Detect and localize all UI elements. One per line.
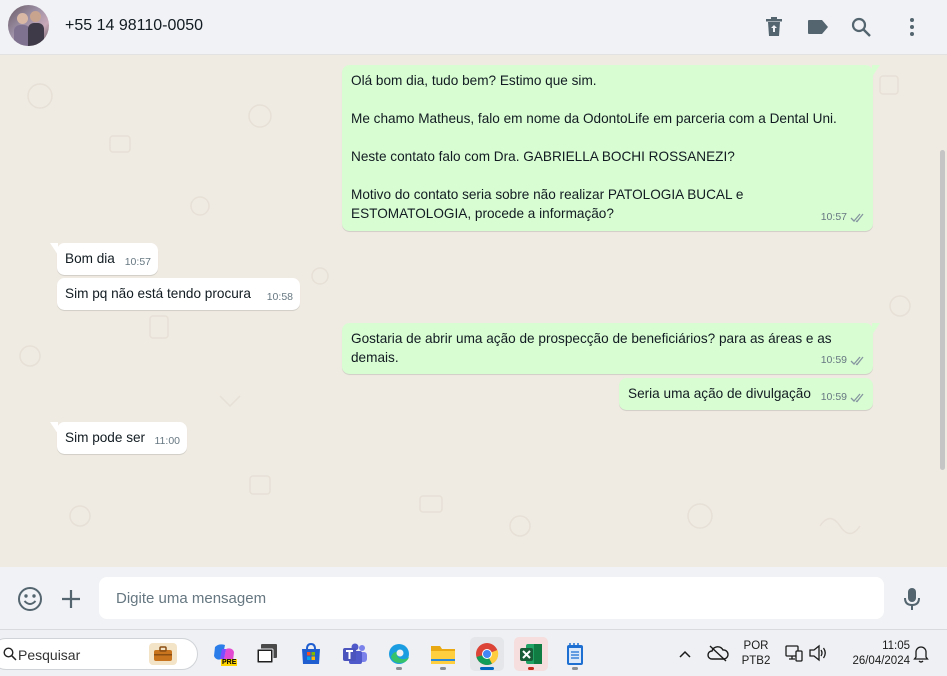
message-meta: 10:59 bbox=[821, 351, 866, 370]
chat-scrollbar[interactable] bbox=[938, 56, 947, 567]
running-indicator bbox=[528, 667, 534, 670]
notification-bell-icon[interactable] bbox=[913, 645, 929, 668]
chat-area[interactable]: Olá bom dia, tudo bem? Estimo que sim. M… bbox=[0, 56, 947, 567]
scrollbar-thumb[interactable] bbox=[940, 150, 945, 470]
message-time: 10:59 bbox=[820, 391, 847, 403]
clock[interactable]: 11:05 26/04/2024 bbox=[838, 640, 910, 667]
windows-taskbar: Pesquisar PRE POR PTB2 11:05 26/04/2024 bbox=[0, 629, 947, 676]
excel-icon[interactable] bbox=[514, 637, 548, 671]
message-incoming[interactable]: Sim pode ser 11:00 bbox=[50, 422, 187, 454]
message-meta: 10:58 bbox=[267, 288, 293, 307]
message-time: 10:59 bbox=[820, 354, 847, 366]
message-incoming[interactable]: Bom dia 10:57 bbox=[50, 243, 158, 275]
copilot-badge: PRE bbox=[221, 659, 238, 666]
clock-time: 11:05 bbox=[882, 640, 910, 652]
keyboard-layout: PTB2 bbox=[741, 655, 771, 667]
message-time: 10:58 bbox=[266, 291, 293, 303]
chrome-icon[interactable] bbox=[470, 637, 504, 671]
message-input[interactable] bbox=[99, 577, 884, 619]
delete-icon[interactable] bbox=[762, 15, 786, 39]
running-indicator bbox=[396, 667, 402, 670]
message-meta: 11:00 bbox=[155, 432, 181, 451]
message-meta: 10:59 bbox=[821, 388, 866, 407]
message-time: 10:57 bbox=[124, 256, 151, 268]
message-time: 10:57 bbox=[820, 211, 847, 223]
message-text: Bom dia bbox=[65, 251, 115, 266]
clock-date: 26/04/2024 bbox=[852, 655, 910, 667]
message-text: Sim pode ser bbox=[65, 430, 146, 445]
running-indicator bbox=[440, 667, 446, 670]
mic-icon[interactable] bbox=[899, 586, 925, 612]
chevron-up-icon[interactable] bbox=[678, 646, 692, 664]
search-icon bbox=[3, 647, 17, 661]
message-incoming[interactable]: Sim pq não está tendo procura 10:58 bbox=[57, 278, 300, 310]
search-icon[interactable] bbox=[849, 15, 873, 39]
message-composer bbox=[0, 567, 947, 629]
search-label: Pesquisar bbox=[18, 647, 81, 663]
input-language[interactable]: POR PTB2 bbox=[740, 640, 772, 667]
menu-icon[interactable] bbox=[900, 15, 924, 39]
plus-icon[interactable] bbox=[58, 586, 84, 612]
message-text: Seria uma ação de divulgação bbox=[628, 386, 811, 401]
store-icon[interactable] bbox=[294, 637, 328, 671]
double-check-icon bbox=[850, 393, 864, 402]
message-text: Olá bom dia, tudo bem? Estimo que sim. M… bbox=[351, 73, 837, 221]
edge-icon[interactable] bbox=[382, 637, 416, 671]
emoji-icon[interactable] bbox=[17, 586, 43, 612]
task-view-icon[interactable] bbox=[250, 637, 284, 671]
message-time: 11:00 bbox=[154, 435, 181, 447]
explorer-icon[interactable] bbox=[426, 637, 460, 671]
teams-icon[interactable] bbox=[338, 637, 372, 671]
double-check-icon bbox=[850, 356, 864, 365]
message-text: Sim pq não está tendo procura bbox=[65, 286, 251, 301]
label-icon[interactable] bbox=[806, 15, 830, 39]
contact-avatar[interactable] bbox=[8, 5, 49, 46]
notepad-icon[interactable] bbox=[558, 637, 592, 671]
language-code: POR bbox=[743, 640, 769, 652]
message-text: Gostaria de abrir uma ação de prospecção… bbox=[351, 331, 832, 365]
copilot-icon[interactable]: PRE bbox=[207, 637, 241, 671]
message-meta: 10:57 bbox=[821, 208, 866, 227]
double-check-icon bbox=[850, 213, 864, 222]
running-indicator bbox=[572, 667, 578, 670]
cloud-offline-icon[interactable] bbox=[707, 644, 729, 667]
taskbar-search[interactable]: Pesquisar bbox=[0, 638, 198, 670]
active-indicator bbox=[480, 667, 494, 670]
message-outgoing[interactable]: Olá bom dia, tudo bem? Estimo que sim. M… bbox=[342, 65, 880, 231]
contact-name[interactable]: +55 14 98110-0050 bbox=[65, 17, 203, 35]
message-meta: 10:57 bbox=[125, 253, 151, 272]
volume-icon[interactable] bbox=[808, 644, 828, 667]
message-outgoing[interactable]: Seria uma ação de divulgação 10:59 bbox=[619, 378, 873, 410]
briefcase-icon bbox=[149, 643, 177, 665]
chat-header: +55 14 98110-0050 bbox=[0, 0, 947, 55]
network-icon[interactable] bbox=[785, 644, 803, 667]
message-outgoing[interactable]: Gostaria de abrir uma ação de prospecção… bbox=[342, 323, 880, 374]
